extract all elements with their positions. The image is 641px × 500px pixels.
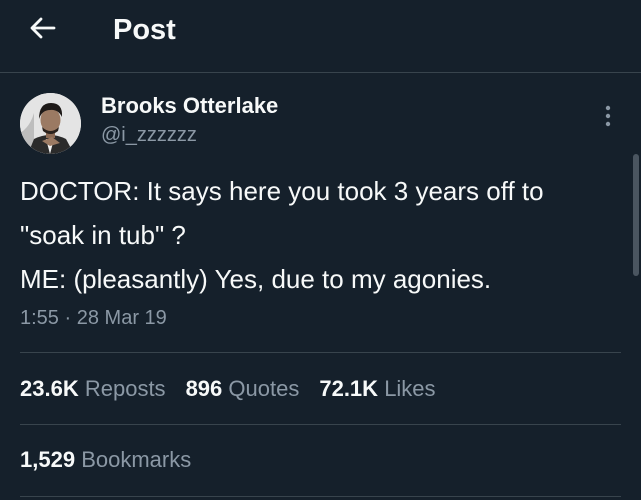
- more-options-button[interactable]: [596, 104, 620, 132]
- likes-label: Likes: [384, 376, 436, 401]
- post-date[interactable]: 28 Mar 19: [77, 307, 167, 329]
- page-title: Post: [113, 14, 176, 46]
- engagement-stats: 23.6K Reposts 896 Quotes 72.1K Likes: [20, 376, 456, 402]
- more-vertical-icon: [605, 105, 611, 132]
- top-bar: Post: [0, 0, 641, 73]
- author-name[interactable]: Brooks Otterlake: [101, 93, 278, 119]
- quotes-label: Quotes: [228, 376, 300, 401]
- reposts-count: 23.6K: [20, 376, 79, 401]
- divider: [20, 496, 621, 497]
- post-text-line: "soak in tub" ?: [20, 220, 186, 250]
- likes-stat[interactable]: 72.1K Likes: [319, 376, 435, 402]
- post-time[interactable]: 1:55: [20, 307, 59, 329]
- scrollbar[interactable]: [633, 154, 639, 276]
- likes-count: 72.1K: [319, 376, 379, 401]
- arrow-left-icon: [30, 17, 56, 44]
- divider: [20, 424, 621, 425]
- post-text: DOCTOR: It says here you took 3 years of…: [20, 169, 630, 301]
- post-timestamp: 1:55 · 28 Mar 19: [20, 307, 167, 330]
- bookmarks-count: 1,529: [20, 447, 76, 472]
- reposts-label: Reposts: [84, 376, 166, 401]
- timestamp-separator: ·: [64, 307, 72, 329]
- back-button[interactable]: [24, 15, 62, 45]
- quotes-count: 896: [185, 376, 223, 401]
- post-text-line: DOCTOR: It says here you took 3 years of…: [20, 176, 544, 206]
- avatar[interactable]: [20, 93, 81, 154]
- bookmarks-stat[interactable]: 1,529 Bookmarks: [20, 447, 191, 473]
- quotes-stat[interactable]: 896 Quotes: [186, 376, 300, 402]
- reposts-stat[interactable]: 23.6K Reposts: [20, 376, 166, 402]
- post-text-line: ME: (pleasantly) Yes, due to my agonies.: [20, 264, 492, 294]
- author-photo: [20, 93, 81, 154]
- bookmarks-label: Bookmarks: [81, 447, 192, 472]
- author-handle[interactable]: @i_zzzzzz: [101, 124, 197, 147]
- divider: [20, 352, 621, 353]
